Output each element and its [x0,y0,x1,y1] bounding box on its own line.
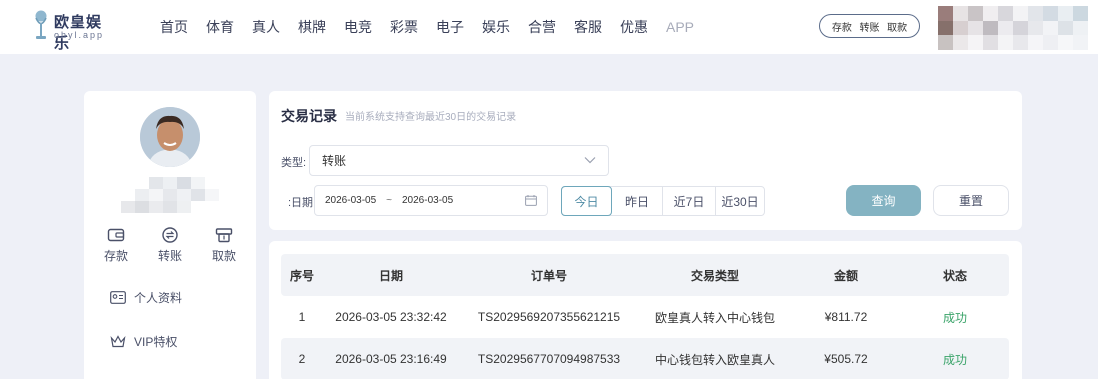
nav-esports[interactable]: 电竞 [344,17,372,37]
sidebar-deposit-button[interactable]: 存款 [94,227,138,264]
range-7days-tab[interactable]: 近7日 [663,187,716,215]
row-transaction-type: 中心钱包转入欧皇真人 [654,352,775,367]
sidebar-link-profile-label: 个人资料 [134,290,183,305]
header-order-no: 订单号 [530,268,567,283]
row-order-no: TS2029569207355621215 [477,310,621,324]
header-status: 状态 [942,268,967,283]
quick-actions: 存款 转账 取款 [819,14,920,38]
nav-partnership[interactable]: 合营 [528,17,556,37]
sidebar-link-vip[interactable]: VIP特权 [110,331,177,351]
table-header-row: 序号 日期 订单号 交易类型 金额 状态 [281,254,1009,296]
quick-transfer-button[interactable]: 转账 [859,19,879,34]
sidebar-transfer-label: 转账 [157,249,182,263]
row-date: 2026-03-05 23:16:49 [335,352,447,366]
range-yesterday-tab[interactable]: 昨日 [612,187,663,215]
withdraw-icon [215,228,233,243]
transaction-filter-card: 交易记录 当前系统支持查询最近30日的交易记录 类型: 转账 日期: 2026-… [269,91,1022,230]
transaction-table-card: 序号 日期 订单号 交易类型 金额 状态 1 2026-03-05 23:32:… [269,241,1022,379]
row-index: 2 [298,352,306,366]
type-select-value: 转账 [322,154,347,168]
user-account-pixelated[interactable] [938,6,1088,50]
page-title: 交易记录 [281,108,337,124]
nav-promotions[interactable]: 优惠 [620,17,648,37]
profile-avatar[interactable] [140,107,200,167]
chevron-down-icon [584,157,596,164]
sidebar-link-profile[interactable]: 个人资料 [110,287,182,307]
nav-slots[interactable]: 电子 [436,17,464,37]
quick-deposit-button[interactable]: 存款 [832,19,852,34]
header-transaction-type: 交易类型 [690,268,739,283]
row-index: 1 [298,310,306,324]
nav-lottery[interactable]: 彩票 [390,17,418,37]
row-order-no: TS2029567707094987533 [477,352,621,366]
sidebar-withdraw-button[interactable]: 取款 [202,227,246,264]
brand-logo[interactable]: 欧皇娱乐 ohyl.app [32,9,112,52]
type-select[interactable]: 转账 [309,145,609,176]
range-today-tab[interactable]: 今日 [561,186,612,216]
sidebar-withdraw-label: 取款 [211,249,236,263]
type-label: 类型: [281,157,307,169]
date-range-picker[interactable]: 2026-03-05 ~ 2026-03-05 [314,185,548,216]
calendar-icon [525,195,537,206]
wallet-icon [107,228,125,242]
nav-entertainment[interactable]: 娱乐 [482,17,510,37]
quick-withdraw-button[interactable]: 取款 [887,19,907,34]
nav-sports[interactable]: 体育 [206,17,234,37]
transfer-icon [162,227,178,243]
sidebar-transfer-button[interactable]: 转账 [148,227,192,264]
main-nav: 首页 体育 真人 棋牌 电竞 彩票 电子 娱乐 合营 客服 优惠 APP [160,0,712,54]
nav-support[interactable]: 客服 [574,17,602,37]
username-pixelated [121,177,221,213]
brand-domain: ohyl.app [54,30,105,40]
row-date: 2026-03-05 23:32:42 [335,310,447,324]
avatar-portrait-icon [140,107,200,167]
header-date: 日期 [378,268,403,283]
top-header: 欧皇娱乐 ohyl.app 首页 体育 真人 棋牌 电竞 彩票 电子 娱乐 合营… [0,0,1098,54]
date-separator: ~ [386,195,392,206]
table-row[interactable]: 1 2026-03-05 23:32:42 TS2029569207355621… [281,296,1009,338]
query-button[interactable]: 查询 [846,185,921,216]
row-amount: ¥505.72 [824,352,868,366]
sidebar-wallet-actions: 存款 转账 取款 [94,227,246,264]
nav-live-casino[interactable]: 真人 [252,17,280,37]
quick-range-tabs: 今日 昨日 近7日 近30日 [561,186,765,216]
range-30days-tab[interactable]: 近30日 [716,187,764,215]
row-status: 成功 [942,352,967,367]
reset-button[interactable]: 重置 [933,185,1009,216]
row-status: 成功 [942,310,967,325]
header-index: 序号 [289,268,314,283]
row-transaction-type: 欧皇真人转入中心钱包 [654,310,775,325]
trophy-logo-icon [35,10,47,39]
transaction-table: 序号 日期 订单号 交易类型 金额 状态 1 2026-03-05 23:32:… [281,254,1009,379]
row-amount: ¥811.72 [824,310,868,324]
date-end: 2026-03-05 [402,195,454,206]
account-sidebar: 存款 转账 取款 个人资料 VIP特权 [84,91,256,379]
page-subtitle: 当前系统支持查询最近30日的交易记录 [345,112,517,123]
date-start: 2026-03-05 [325,195,377,206]
nav-app[interactable]: APP [666,19,694,35]
nav-chess-cards[interactable]: 棋牌 [298,17,326,37]
id-card-icon [110,290,126,304]
sidebar-deposit-label: 存款 [103,249,128,263]
header-amount: 金额 [833,268,858,283]
nav-home[interactable]: 首页 [160,17,188,37]
date-label: 日期: [287,197,313,209]
sidebar-link-vip-label: VIP特权 [134,334,178,349]
table-row[interactable]: 2 2026-03-05 23:16:49 TS2029567707094987… [281,338,1009,379]
crown-icon [110,334,126,347]
